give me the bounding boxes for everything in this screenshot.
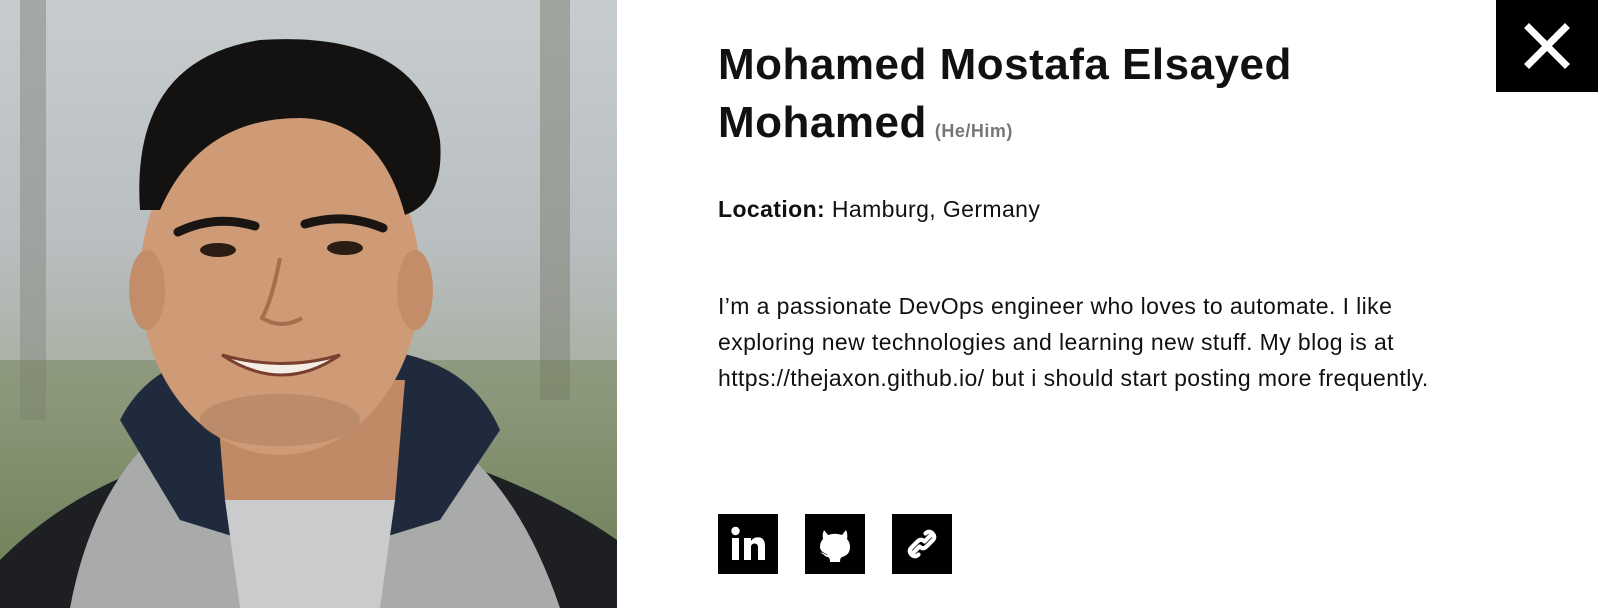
- linkedin-button[interactable]: [718, 514, 778, 574]
- profile-name: Mohamed Mostafa Elsayed Mohamed (He/Him): [718, 36, 1478, 160]
- linkedin-icon: [731, 526, 765, 560]
- profile-photo: [0, 0, 617, 608]
- github-button[interactable]: [805, 514, 865, 574]
- profile-modal: Mohamed Mostafa Elsayed Mohamed (He/Him) …: [0, 0, 1598, 608]
- location-label: Location:: [718, 196, 826, 222]
- profile-pronouns: (He/Him): [934, 121, 1013, 141]
- close-button[interactable]: [1496, 0, 1598, 92]
- location-value: Hamburg, Germany: [831, 196, 1041, 222]
- social-links: [718, 514, 952, 574]
- profile-location: Location: Hamburg, Germany: [718, 196, 1040, 223]
- close-icon: [1524, 23, 1570, 69]
- github-icon: [820, 530, 850, 562]
- profile-photo-illustration: [0, 0, 617, 608]
- link-icon: [907, 529, 937, 559]
- profile-bio: I’m a passionate DevOps engineer who lov…: [718, 293, 1429, 391]
- website-link-button[interactable]: [892, 514, 952, 574]
